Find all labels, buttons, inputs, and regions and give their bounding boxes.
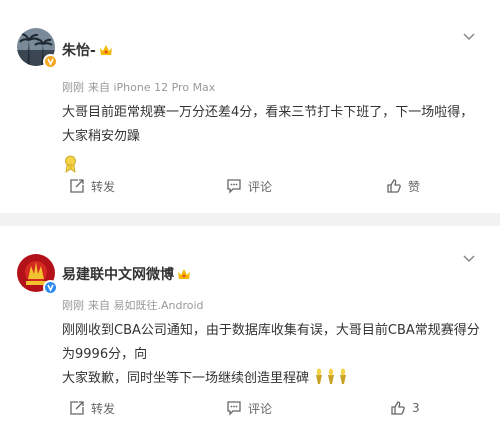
author-name[interactable]: 易建联中文网微博 bbox=[62, 267, 174, 283]
post-text-line: 大家致歉，同时坐等下一场继续创造里程碑 bbox=[62, 367, 482, 391]
verified-badge-icon bbox=[43, 280, 58, 295]
post-time: 刚刚 bbox=[62, 81, 84, 94]
repost-label: 转发 bbox=[91, 179, 116, 194]
like-count: 3 bbox=[412, 401, 420, 415]
repost-icon bbox=[70, 179, 84, 193]
post-card: 朱怡- 刚刚 来自 iPhone 12 Pro Max 大哥目前距常规赛一万分还差… bbox=[0, 0, 500, 213]
post-source: 来自 易如既往.Android bbox=[88, 299, 204, 312]
like-button[interactable]: 赞 bbox=[386, 174, 420, 198]
like-button[interactable]: 3 bbox=[390, 396, 420, 420]
crown-icon[interactable] bbox=[177, 268, 191, 281]
post-author[interactable]: 易建联中文网微博 bbox=[62, 264, 191, 284]
thumbs-up-icon bbox=[391, 401, 405, 415]
post-text: 刚刚收到CBA公司通知，由于数据库收集有误，大哥目前CBA常规赛得分为9996分… bbox=[62, 319, 482, 391]
post-time: 刚刚 bbox=[62, 299, 84, 312]
repost-button[interactable]: 转发 bbox=[69, 174, 115, 198]
post-meta: 刚刚 来自 易如既往.Android bbox=[62, 297, 208, 313]
candle-emoji-icon bbox=[316, 368, 347, 384]
crown-icon[interactable] bbox=[99, 44, 113, 57]
weibo-feed: 朱怡- 刚刚 来自 iPhone 12 Pro Max 大哥目前距常规赛一万分还差… bbox=[0, 0, 500, 440]
comment-button[interactable]: 评论 bbox=[226, 396, 272, 420]
post-meta: 刚刚 来自 iPhone 12 Pro Max bbox=[62, 79, 219, 95]
comment-icon bbox=[227, 179, 241, 194]
chevron-down-icon[interactable] bbox=[462, 254, 476, 264]
author-name[interactable]: 朱怡- bbox=[62, 43, 96, 59]
post-text-line: 大哥目前距常规赛一万分还差4分，看来三节打卡下班了，下一场啦得，大家稍安勿躁 bbox=[62, 105, 474, 144]
comment-label: 评论 bbox=[248, 401, 273, 416]
post-card: 易建联中文网微博 刚刚 来自 易如既往.Android 刚刚收到CBA公司通知，由… bbox=[0, 226, 500, 440]
post-source: 来自 iPhone 12 Pro Max bbox=[88, 81, 216, 94]
post-text-line-2: 大家致歉，同时坐等下一场继续创造里程碑 bbox=[62, 371, 310, 386]
post-text: 大哥目前距常规赛一万分还差4分，看来三节打卡下班了，下一场啦得，大家稍安勿躁 bbox=[62, 101, 482, 179]
comment-button[interactable]: 评论 bbox=[226, 174, 272, 198]
comment-label: 评论 bbox=[248, 179, 273, 194]
chevron-down-icon[interactable] bbox=[462, 32, 476, 42]
like-label: 赞 bbox=[408, 179, 421, 194]
avatar[interactable] bbox=[17, 254, 58, 295]
post-text-line: 刚刚收到CBA公司通知，由于数据库收集有误，大哥目前CBA常规赛得分为9996分… bbox=[62, 323, 480, 362]
verified-badge-icon bbox=[43, 54, 58, 69]
post-actions: 转发 评论 赞 bbox=[0, 174, 500, 198]
comment-icon bbox=[227, 401, 241, 416]
avatar[interactable] bbox=[17, 28, 58, 69]
thumbs-up-icon bbox=[387, 179, 401, 193]
repost-button[interactable]: 转发 bbox=[69, 396, 115, 420]
post-author[interactable]: 朱怡- bbox=[62, 40, 113, 60]
repost-icon bbox=[70, 401, 84, 415]
pray-emoji-icon bbox=[65, 155, 76, 173]
post-actions: 转发 评论 3 bbox=[0, 396, 500, 420]
repost-label: 转发 bbox=[91, 401, 116, 416]
